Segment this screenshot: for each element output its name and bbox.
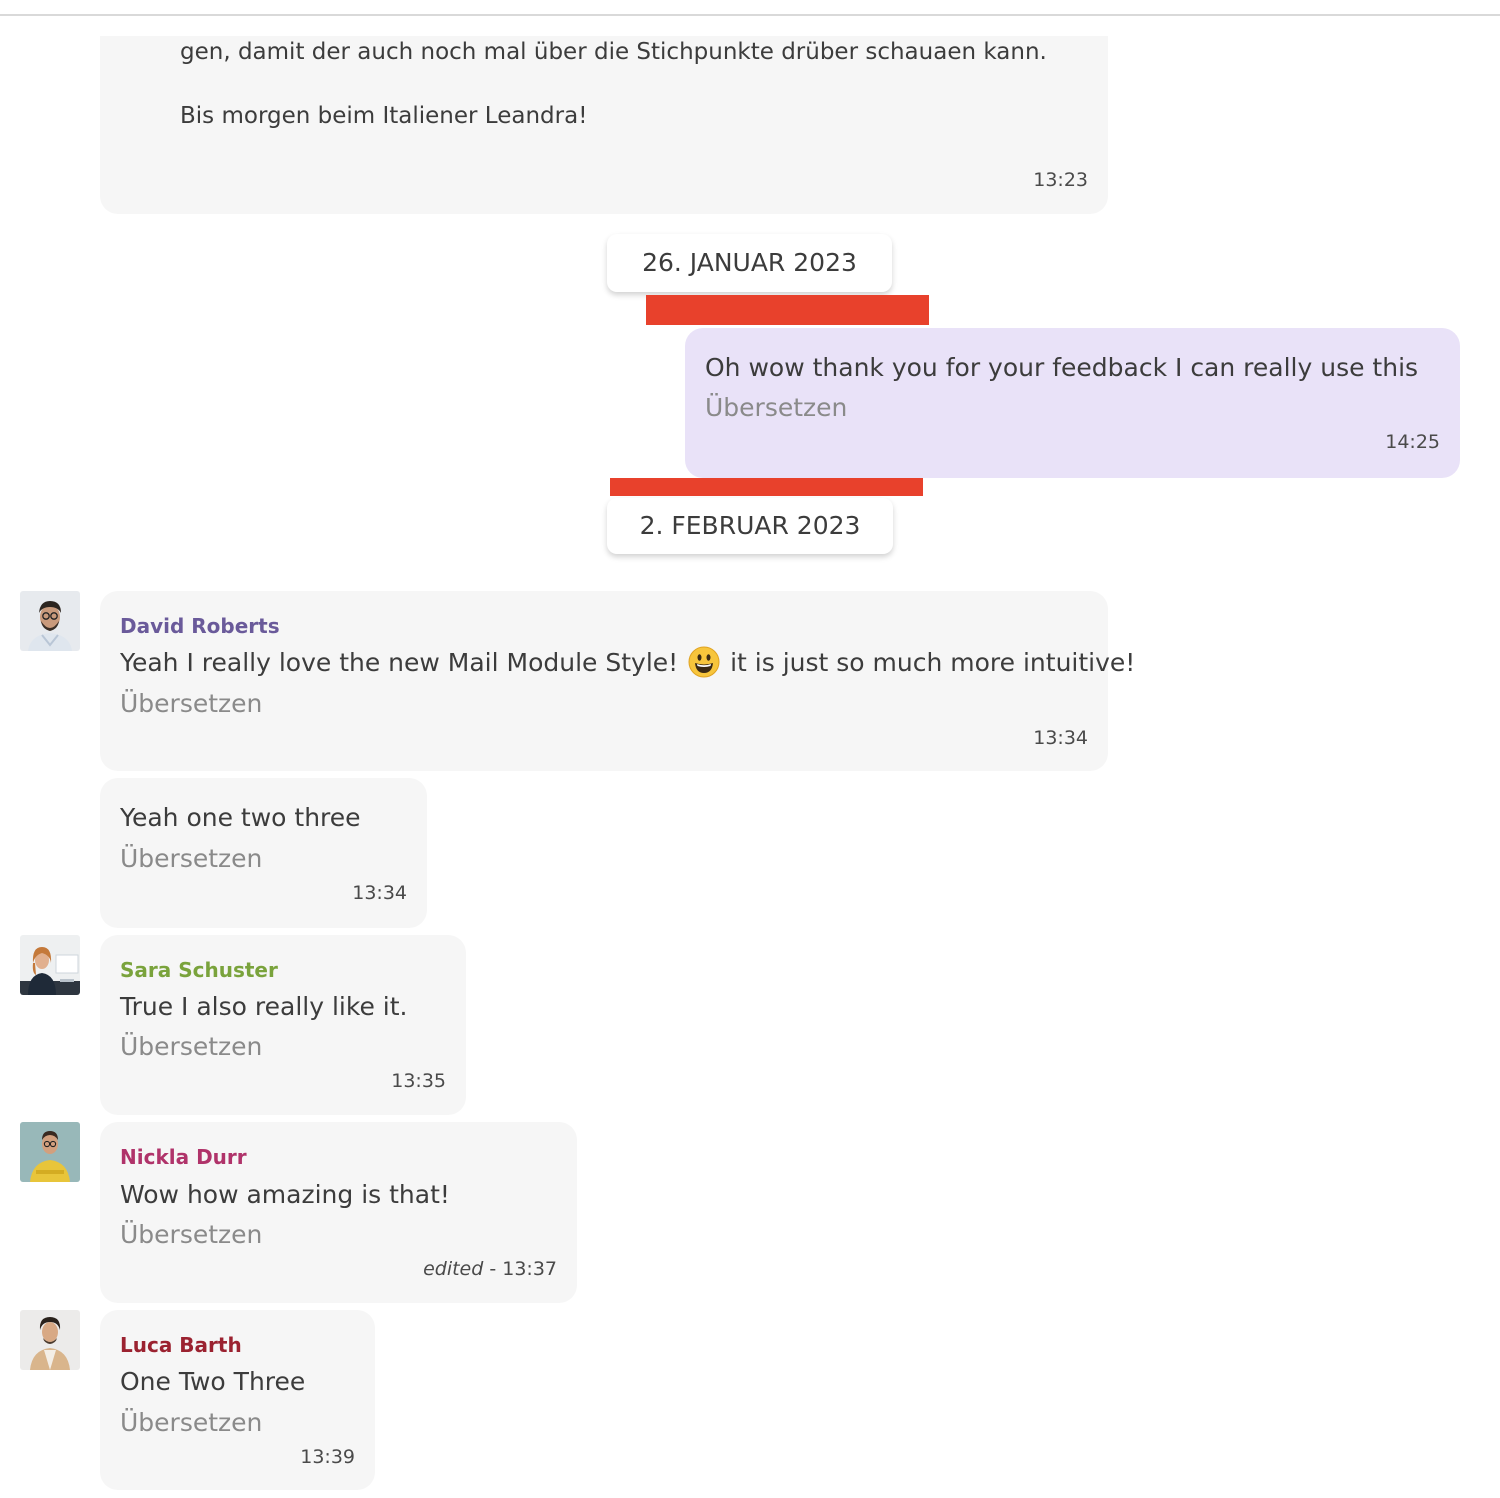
sender-name[interactable]: Luca Barth — [120, 1332, 242, 1358]
redaction-bar — [610, 478, 923, 496]
sender-name[interactable]: Nickla Durr — [120, 1144, 247, 1170]
translate-link[interactable]: Übersetzen — [120, 1407, 262, 1439]
message-time: 13:34 — [1033, 727, 1088, 749]
message-text: Oh wow thank you for your feedback I can… — [705, 353, 1419, 382]
date-separator: 26. JANUAR 2023 — [607, 234, 892, 292]
message-text: True I also really like it. — [120, 992, 408, 1021]
message-time: 14:25 — [1385, 431, 1440, 453]
message-bubble-continued: gen, damit der auch noch mal über die St… — [100, 36, 1108, 214]
avatar-nickla-durr[interactable] — [20, 1122, 80, 1182]
message-time: 13:23 — [1033, 169, 1088, 191]
grinning-face-emoji-icon — [688, 646, 720, 678]
redaction-bar — [646, 295, 929, 325]
message-text-part: it is just so much more intuitive! — [730, 648, 1136, 677]
top-divider — [0, 14, 1500, 16]
message-bubble: Yeah one two three Übersetzen 13:34 — [100, 778, 427, 928]
message-bubble: Sara Schuster True I also really like it… — [100, 935, 466, 1115]
edited-label: edited — [423, 1258, 484, 1280]
message-text-part: Yeah I really love the new Mail Module S… — [120, 648, 679, 677]
message-bubble: Luca Barth One Two Three Übersetzen 13:3… — [100, 1310, 375, 1490]
message-text: Yeah I really love the new Mail Module S… — [120, 646, 1136, 679]
message-time: edited - 13:37 — [423, 1257, 557, 1281]
message-time-value: 13:37 — [502, 1258, 557, 1280]
chat-view: gen, damit der auch noch mal über die St… — [0, 0, 1500, 1498]
message-text: One Two Three — [120, 1367, 306, 1396]
avatar-david-roberts[interactable] — [20, 591, 80, 651]
message-time: 13:34 — [352, 882, 407, 904]
translate-link[interactable]: Übersetzen — [120, 1031, 262, 1063]
message-bubble: Nickla Durr Wow how amazing is that! Übe… — [100, 1122, 577, 1303]
message-time: 13:39 — [300, 1446, 355, 1468]
translate-link[interactable]: Übersetzen — [120, 1219, 262, 1251]
avatar-sara-schuster[interactable] — [20, 935, 80, 995]
time-separator: - — [483, 1258, 503, 1280]
translate-link[interactable]: Übersetzen — [705, 392, 847, 424]
avatar-luca-barth[interactable] — [20, 1310, 80, 1370]
translate-link[interactable]: Übersetzen — [120, 688, 262, 720]
sender-name[interactable]: Sara Schuster — [120, 957, 278, 983]
sender-name[interactable]: David Roberts — [120, 613, 280, 639]
translate-link[interactable]: Übersetzen — [120, 843, 262, 875]
message-text: Yeah one two three — [120, 803, 361, 832]
message-text: Wow how amazing is that! — [120, 1180, 450, 1209]
own-message-bubble: Oh wow thank you for your feedback I can… — [685, 328, 1460, 478]
message-text: gen, damit der auch noch mal über die St… — [180, 39, 1047, 65]
message-text: Bis morgen beim Italiener Leandra! — [180, 103, 588, 129]
message-time: 13:35 — [391, 1070, 446, 1092]
message-bubble: David Roberts Yeah I really love the new… — [100, 591, 1135, 771]
date-separator: 2. FEBRUAR 2023 — [607, 498, 893, 554]
